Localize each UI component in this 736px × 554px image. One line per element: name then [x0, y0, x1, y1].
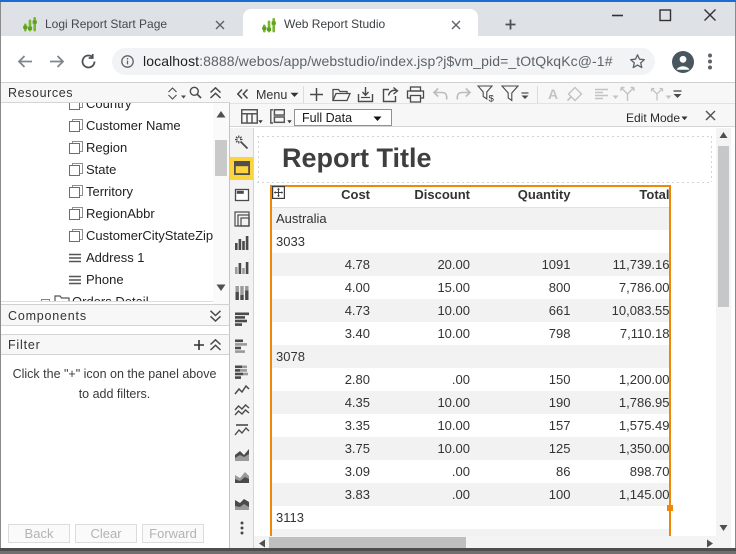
svg-text:$: $ — [489, 94, 495, 105]
